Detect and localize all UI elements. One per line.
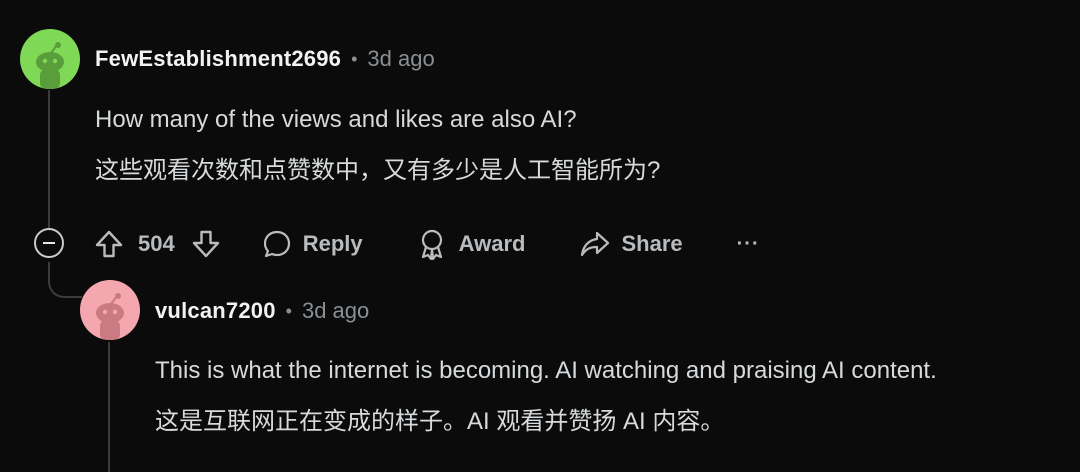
downvote-button[interactable] (189, 227, 223, 261)
thread-line-reply (108, 342, 110, 472)
vote-count: 504 (138, 231, 175, 256)
share-label: Share (621, 231, 683, 256)
comment-body-zh: 这些观看次数和点赞数中，又有多少是人工智能所为? (95, 157, 661, 184)
reply-button[interactable]: Reply (261, 228, 363, 260)
username[interactable]: vulcan7200 (155, 300, 276, 322)
comment-body-en: How many of the views and likes are also… (95, 106, 577, 133)
more-icon: ··· (736, 232, 760, 255)
award-icon (421, 229, 442, 260)
separator-dot: • (351, 49, 358, 69)
comment-meta: FewEstablishment2696 • 3d ago (95, 48, 435, 70)
share-button[interactable]: Share (579, 228, 683, 260)
timestamp[interactable]: 3d ago (302, 300, 369, 322)
comment-body-zh: 这是互联网正在变成的样子。AI 观看并赞扬 AI 内容。 (155, 408, 725, 435)
collapse-thread-button[interactable] (34, 228, 64, 258)
avatar-vulcan7200[interactable] (80, 280, 140, 340)
thread-line-root (48, 90, 50, 230)
username[interactable]: FewEstablishment2696 (95, 48, 341, 70)
comment-meta: vulcan7200 • 3d ago (155, 300, 369, 322)
downvote-icon (192, 230, 219, 258)
separator-dot: • (285, 301, 292, 321)
more-options-button[interactable]: ··· (737, 233, 760, 256)
snoo-avatar-icon (80, 280, 140, 340)
award-label: Award (458, 231, 526, 256)
thread-elbow-reply (48, 262, 82, 298)
comment-body-en: This is what the internet is becoming. A… (155, 357, 937, 384)
award-button[interactable]: Award (417, 228, 526, 260)
timestamp[interactable]: 3d ago (367, 48, 434, 70)
snoo-avatar-icon (20, 29, 80, 89)
upvote-button[interactable] (92, 227, 126, 261)
comment-actions: 504 Reply Award Share ··· (92, 224, 760, 264)
share-icon (581, 231, 610, 257)
comment-icon (263, 230, 290, 258)
collapse-icon (43, 242, 55, 244)
avatar-fewestablishment[interactable] (20, 29, 80, 89)
upvote-icon (95, 230, 123, 258)
reply-label: Reply (302, 231, 363, 256)
